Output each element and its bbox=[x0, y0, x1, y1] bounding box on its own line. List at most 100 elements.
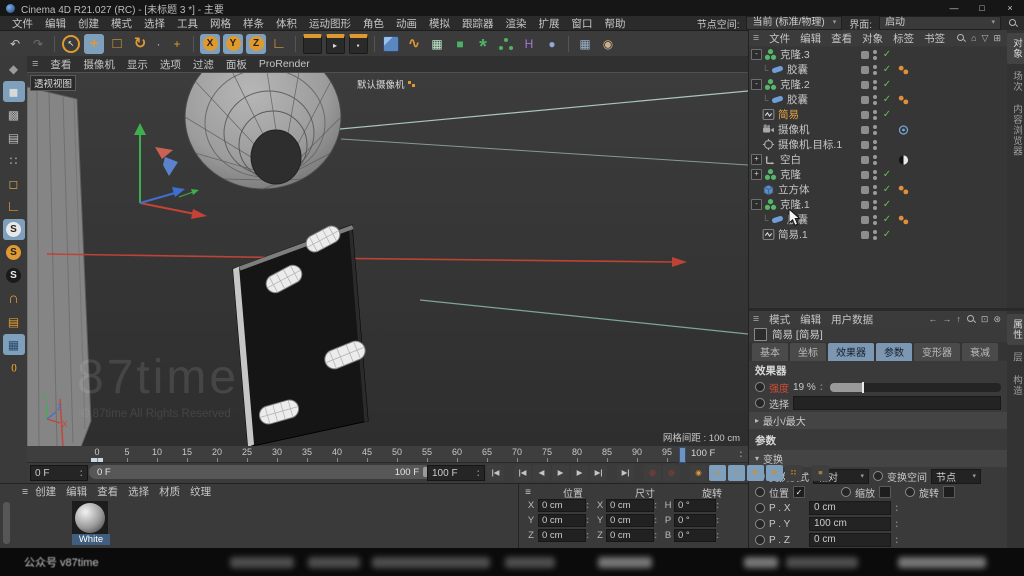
object-row[interactable]: 摄像机 bbox=[749, 122, 1007, 137]
object-row[interactable]: -克隆.2✓ bbox=[749, 77, 1007, 92]
panel-side-tab[interactable]: 构造 bbox=[1007, 370, 1024, 401]
attribute-tab[interactable]: 变形器 bbox=[914, 343, 960, 361]
volume-button[interactable]: ● bbox=[542, 34, 562, 54]
menubar-item[interactable]: 模拟 bbox=[423, 16, 456, 31]
subdivision-surface-button[interactable]: ▦ bbox=[427, 34, 447, 54]
viewport-canvas[interactable]: 87time © 87time All Rights Reserved bbox=[27, 73, 748, 446]
layer-box[interactable] bbox=[861, 216, 869, 224]
render-view-button[interactable] bbox=[302, 34, 322, 54]
keyframe-dot[interactable] bbox=[755, 398, 765, 408]
layout-grid-button[interactable]: ▦ bbox=[575, 34, 595, 54]
visibility-dots[interactable] bbox=[873, 80, 877, 90]
dynamics-tag[interactable] bbox=[897, 214, 910, 226]
make-editable-icon[interactable]: ◆ bbox=[3, 58, 25, 79]
keyframe-dot[interactable] bbox=[755, 382, 765, 392]
position-field[interactable]: 0 cm bbox=[538, 514, 586, 527]
z-axis-toggle[interactable]: Z bbox=[246, 34, 266, 54]
keyframe-dot[interactable] bbox=[873, 471, 883, 481]
viewport-menu-item[interactable]: 摄像机 bbox=[77, 57, 121, 72]
rotation-field[interactable]: 0 ° bbox=[674, 529, 716, 542]
redo-icon[interactable]: ↷ bbox=[28, 34, 48, 54]
visibility-dots[interactable] bbox=[873, 125, 877, 135]
visibility-dots[interactable] bbox=[873, 110, 877, 120]
field-force-button[interactable]: H bbox=[519, 34, 539, 54]
panel-menu-item[interactable]: 查看 bbox=[92, 484, 123, 499]
dynamics-tag[interactable] bbox=[897, 184, 910, 196]
keyframe-dot[interactable] bbox=[755, 535, 765, 545]
panel-menu-item[interactable]: 编辑 bbox=[61, 484, 92, 499]
panel-menu-item[interactable]: 选择 bbox=[123, 484, 154, 499]
enabled-check[interactable]: ✓ bbox=[881, 109, 893, 120]
attribute-tab[interactable]: 基本 bbox=[752, 343, 788, 361]
keyframe-dot[interactable] bbox=[905, 487, 915, 497]
object-row[interactable]: └胶囊✓ bbox=[749, 92, 1007, 107]
render-picture-viewer-button[interactable]: ▸ bbox=[325, 34, 345, 54]
expand-toggle[interactable]: + bbox=[751, 169, 762, 180]
record-scale-toggle[interactable]: □ bbox=[728, 465, 745, 481]
next-key-button[interactable]: ▶| bbox=[590, 465, 607, 481]
view-label[interactable]: 透视视图 bbox=[30, 75, 76, 91]
uv-mode-icon[interactable]: ▤ bbox=[3, 127, 25, 148]
coordinate-menu-icon[interactable]: ≡ bbox=[519, 487, 537, 498]
visibility-dots[interactable] bbox=[873, 140, 877, 150]
menubar-item[interactable]: 创建 bbox=[72, 16, 105, 31]
object-manager-menu-icon[interactable]: ≡ bbox=[753, 32, 762, 44]
material-scrollbar[interactable] bbox=[3, 502, 10, 544]
timeline-range-slider[interactable]: 0 F 100 F bbox=[89, 465, 437, 479]
attribute-tab[interactable]: 参数 bbox=[876, 343, 912, 361]
axis-tool[interactable]: + bbox=[167, 34, 187, 54]
layer-box[interactable] bbox=[861, 81, 869, 89]
panel-menu-item[interactable]: 纹理 bbox=[185, 484, 216, 499]
menubar-item[interactable]: 文件 bbox=[6, 16, 39, 31]
object-row[interactable]: └胶囊✓ bbox=[749, 62, 1007, 77]
attribute-tab[interactable]: 效果器 bbox=[828, 343, 874, 361]
value-field[interactable]: 100 cm bbox=[809, 517, 891, 531]
axis-mode-icon[interactable]: ∟ bbox=[3, 196, 25, 217]
minmax-section[interactable]: ▸最小/最大 bbox=[749, 412, 1007, 429]
modeling-star-button[interactable]: * bbox=[473, 34, 493, 54]
enabled-check[interactable]: ✓ bbox=[881, 169, 893, 180]
enabled-check[interactable]: ✓ bbox=[881, 64, 893, 75]
texture-mode-icon[interactable]: ▩ bbox=[3, 104, 25, 125]
attribute-tab[interactable]: 坐标 bbox=[790, 343, 826, 361]
record-parameter-toggle[interactable]: P bbox=[766, 465, 783, 481]
panel-side-tab[interactable]: 场次 bbox=[1007, 66, 1024, 97]
next-frame-button[interactable]: ▶ bbox=[571, 465, 588, 481]
dynamics-tag[interactable] bbox=[897, 64, 910, 76]
model-mode-icon[interactable]: ◼ bbox=[3, 81, 25, 102]
layer-box[interactable] bbox=[861, 171, 869, 179]
panel-menu-item[interactable]: 对象 bbox=[857, 31, 888, 46]
panel-menu-item[interactable]: 编辑 bbox=[795, 31, 826, 46]
keyframe-selection-button[interactable]: ◉ bbox=[690, 465, 707, 481]
collapse-toggle[interactable]: - bbox=[751, 49, 762, 60]
panel-menu-item[interactable]: 创建 bbox=[30, 484, 61, 499]
visibility-dots[interactable] bbox=[873, 230, 877, 240]
filter-icon[interactable]: ▽ bbox=[982, 33, 989, 44]
stepper-icon[interactable]: : bbox=[895, 535, 898, 546]
play-button[interactable]: ▶ bbox=[552, 465, 569, 481]
panel-side-tab[interactable]: 属性 bbox=[1007, 314, 1024, 345]
up-icon[interactable]: ↑ bbox=[956, 314, 961, 324]
rotate-tool[interactable]: ↻ bbox=[130, 34, 150, 54]
end-frame-field[interactable]: 100 F: bbox=[427, 465, 485, 481]
menubar-item[interactable]: 角色 bbox=[357, 16, 390, 31]
keyframe-dot[interactable] bbox=[755, 487, 765, 497]
menubar-item[interactable]: 窗口 bbox=[566, 16, 599, 31]
autokey-button[interactable]: ◎ bbox=[663, 465, 680, 481]
enabled-check[interactable]: ✓ bbox=[881, 79, 893, 90]
panel-menu-item[interactable]: 查看 bbox=[826, 31, 857, 46]
panel-menu-item[interactable]: 模式 bbox=[764, 312, 795, 327]
visibility-dots[interactable] bbox=[873, 155, 877, 165]
stepper-icon[interactable]: : bbox=[895, 519, 898, 530]
start-frame-field[interactable]: 0 F: bbox=[30, 465, 88, 481]
visibility-dots[interactable] bbox=[873, 65, 877, 75]
panel-menu-item[interactable]: 文件 bbox=[764, 31, 795, 46]
minimize-button[interactable]: — bbox=[940, 0, 968, 16]
timeline-options-button[interactable]: ≡ bbox=[812, 465, 829, 481]
search-icon[interactable] bbox=[1008, 18, 1018, 28]
interface-dropdown[interactable]: 启动▾ bbox=[879, 16, 1001, 30]
visibility-dots[interactable] bbox=[873, 185, 877, 195]
enabled-check[interactable]: ✓ bbox=[881, 229, 893, 240]
menubar-item[interactable]: 跟踪器 bbox=[456, 16, 500, 31]
position-checkbox[interactable]: ✓ bbox=[793, 486, 805, 498]
